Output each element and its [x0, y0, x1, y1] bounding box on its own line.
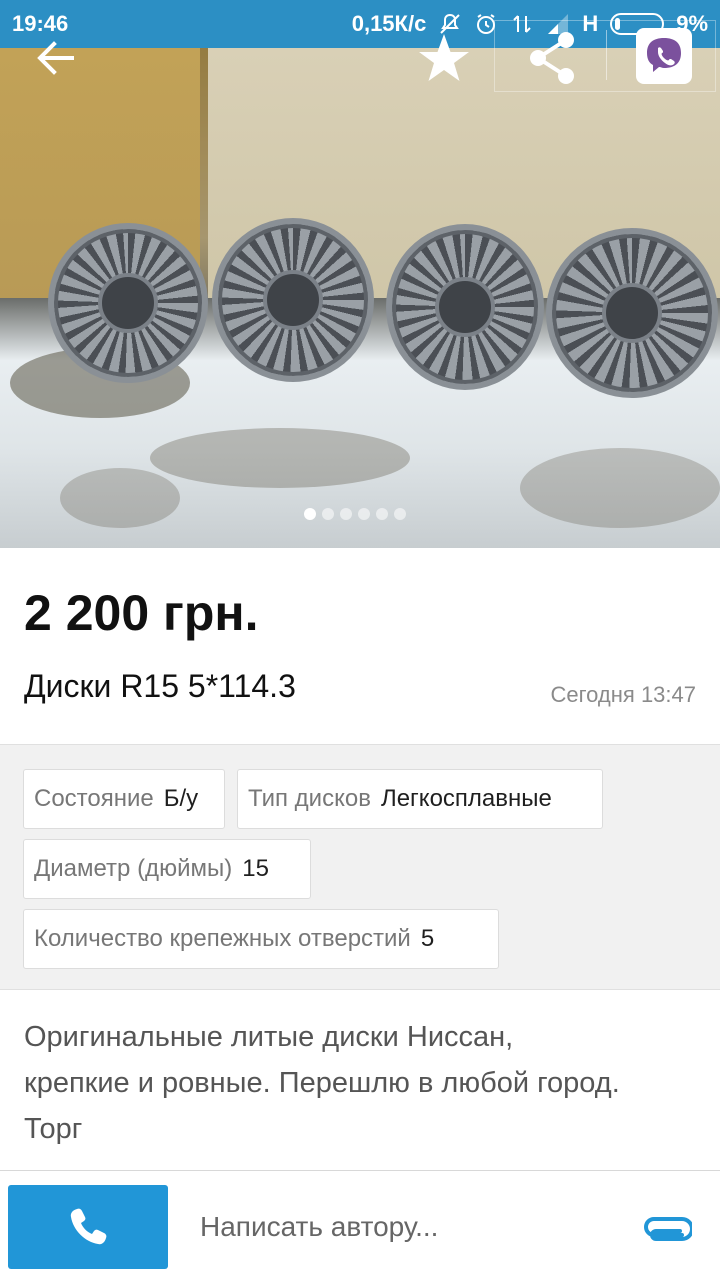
wheel-image — [386, 224, 544, 390]
pagination-dot[interactable] — [394, 508, 406, 520]
listing-date: Сегодня 13:47 — [550, 682, 696, 707]
viber-icon — [647, 38, 681, 72]
pagination-dot[interactable] — [304, 508, 316, 520]
param-value: Легкосплавные — [380, 785, 552, 812]
param-chip-condition: Состояние Б/у — [23, 769, 225, 829]
param-value: 5 — [420, 925, 435, 952]
wheel-image — [546, 228, 718, 398]
attach-button[interactable] — [636, 1207, 694, 1247]
favorite-button[interactable] — [410, 28, 478, 88]
listing-photo[interactable] — [0, 48, 720, 548]
description-line: крепкие и ровные. Перешлю в любой город. — [24, 1067, 620, 1099]
params-section: Состояние Б/у Тип дисков Легкосплавные Д… — [0, 744, 720, 990]
param-chip-bolt-holes: Количество крепежных отверстий 5 — [23, 909, 499, 969]
call-button[interactable] — [8, 1185, 168, 1269]
wheel-image — [48, 223, 208, 383]
param-value: 15 — [242, 855, 269, 882]
description-line: Оригинальные литые диски Ниссан, — [24, 1021, 514, 1053]
param-value: Б/у — [163, 785, 199, 812]
listing-price: 2 200 грн. — [24, 585, 259, 641]
param-key: Тип дисков — [248, 785, 371, 812]
star-icon — [419, 34, 469, 81]
back-button[interactable] — [24, 30, 88, 86]
paperclip-icon — [644, 1217, 694, 1241]
param-chip-diameter: Диаметр (дюймы) 15 — [23, 839, 311, 899]
message-input[interactable] — [200, 1207, 600, 1247]
listing-title: Диски R15 5*114.3 — [24, 668, 296, 704]
param-key: Состояние — [34, 785, 154, 812]
arrow-left-icon — [37, 41, 74, 75]
listing-description: Оригинальные литые диски Ниссан, крепкие… — [24, 1014, 704, 1152]
description-line: Торг — [24, 1113, 83, 1145]
wheel-image — [212, 218, 374, 382]
param-key: Диаметр (дюймы) — [34, 855, 233, 882]
param-key: Количество крепежных отверстий — [34, 925, 411, 952]
pagination-dot[interactable] — [376, 508, 388, 520]
share-button[interactable] — [520, 30, 584, 86]
viber-button[interactable] — [636, 28, 692, 84]
bottom-action-bar — [0, 1170, 720, 1280]
share-icon — [530, 32, 574, 84]
pagination-dot[interactable] — [358, 508, 370, 520]
param-chip-wheel-type: Тип дисков Легкосплавные — [237, 769, 603, 829]
pagination-dot[interactable] — [322, 508, 334, 520]
gallery-pagination — [304, 508, 406, 520]
pagination-dot[interactable] — [340, 508, 352, 520]
phone-icon — [70, 1208, 107, 1245]
